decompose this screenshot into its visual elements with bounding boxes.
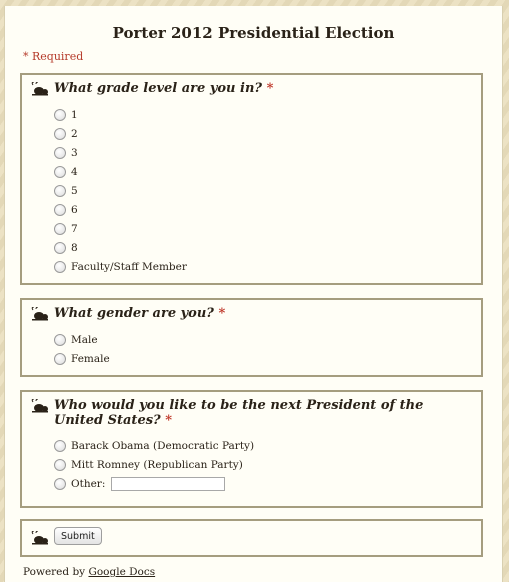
question-label: Who would you like to be the next Presid… xyxy=(54,398,424,428)
radio-button[interactable] xyxy=(54,165,66,178)
google-docs-link[interactable]: Google Docs xyxy=(88,566,155,578)
option-label: Male xyxy=(71,333,98,346)
radio-button[interactable] xyxy=(54,184,66,197)
option-label: Mitt Romney (Republican Party) xyxy=(71,458,243,471)
submit-section: Submit xyxy=(20,519,483,557)
required-star: * xyxy=(218,306,226,321)
option-grade-8[interactable]: 8 xyxy=(54,238,187,257)
option-label: 1 xyxy=(71,108,78,121)
option-grade-7[interactable]: 7 xyxy=(54,219,187,238)
option-other[interactable]: Other: xyxy=(54,474,254,493)
snail-bullet-icon xyxy=(31,82,48,96)
other-text-input[interactable] xyxy=(111,476,226,491)
option-label: 5 xyxy=(71,184,78,197)
radio-button[interactable] xyxy=(54,439,66,452)
radio-button[interactable] xyxy=(54,260,66,273)
radio-button[interactable] xyxy=(54,352,66,365)
footer: Powered by Google Docs xyxy=(23,566,155,578)
snail-bullet-icon xyxy=(31,531,48,545)
option-grade-1[interactable]: 1 xyxy=(54,105,187,124)
grade-options: 1 2 3 4 5 6 7 8 Faculty/Staff Member xyxy=(54,105,187,276)
submit-button[interactable]: Submit xyxy=(54,527,102,545)
option-female[interactable]: Female xyxy=(54,349,110,368)
question-grade-level: What grade level are you in? * 1 2 3 4 5… xyxy=(20,73,483,285)
question-header: What gender are you? * xyxy=(30,306,471,321)
option-label: 8 xyxy=(71,241,78,254)
gender-options: Male Female xyxy=(54,330,110,368)
radio-button[interactable] xyxy=(54,477,66,490)
option-label: Other: xyxy=(71,477,106,490)
footer-prefix: Powered by xyxy=(23,566,89,578)
question-header: What grade level are you in? * xyxy=(30,81,471,96)
option-grade-4[interactable]: 4 xyxy=(54,162,187,181)
option-grade-6[interactable]: 6 xyxy=(54,200,187,219)
option-grade-2[interactable]: 2 xyxy=(54,124,187,143)
option-label: 3 xyxy=(71,146,78,159)
radio-button[interactable] xyxy=(54,127,66,140)
question-label: What grade level are you in? xyxy=(54,81,263,96)
option-barack-obama[interactable]: Barack Obama (Democratic Party) xyxy=(54,436,254,455)
option-label: 6 xyxy=(71,203,78,216)
radio-button[interactable] xyxy=(54,458,66,471)
option-grade-3[interactable]: 3 xyxy=(54,143,187,162)
option-faculty-staff[interactable]: Faculty/Staff Member xyxy=(54,257,187,276)
option-label: Barack Obama (Democratic Party) xyxy=(71,439,255,452)
question-president: Who would you like to be the next Presid… xyxy=(20,390,483,508)
question-header: Who would you like to be the next Presid… xyxy=(30,398,471,428)
required-star: * xyxy=(266,81,274,96)
form-card: Porter 2012 Presidential Election * Requ… xyxy=(4,6,503,582)
required-star: * xyxy=(165,413,172,428)
form-title: Porter 2012 Presidential Election xyxy=(112,24,395,42)
option-mitt-romney[interactable]: Mitt Romney (Republican Party) xyxy=(54,455,254,474)
question-gender: What gender are you? * Male Female xyxy=(20,298,483,377)
radio-button[interactable] xyxy=(54,241,66,254)
option-label: 4 xyxy=(71,165,78,178)
option-label: 7 xyxy=(71,222,78,235)
option-grade-5[interactable]: 5 xyxy=(54,181,187,200)
radio-button[interactable] xyxy=(54,108,66,121)
radio-button[interactable] xyxy=(54,222,66,235)
option-label: 2 xyxy=(71,127,78,140)
snail-bullet-icon xyxy=(31,307,48,321)
option-male[interactable]: Male xyxy=(54,330,110,349)
option-label: Faculty/Staff Member xyxy=(71,260,187,273)
required-note: * Required xyxy=(23,50,84,63)
question-label: What gender are you? xyxy=(54,306,214,321)
president-options: Barack Obama (Democratic Party) Mitt Rom… xyxy=(54,436,254,493)
radio-button[interactable] xyxy=(54,146,66,159)
radio-button[interactable] xyxy=(54,333,66,346)
radio-button[interactable] xyxy=(54,203,66,216)
option-label: Female xyxy=(71,352,110,365)
snail-bullet-icon xyxy=(31,399,48,413)
